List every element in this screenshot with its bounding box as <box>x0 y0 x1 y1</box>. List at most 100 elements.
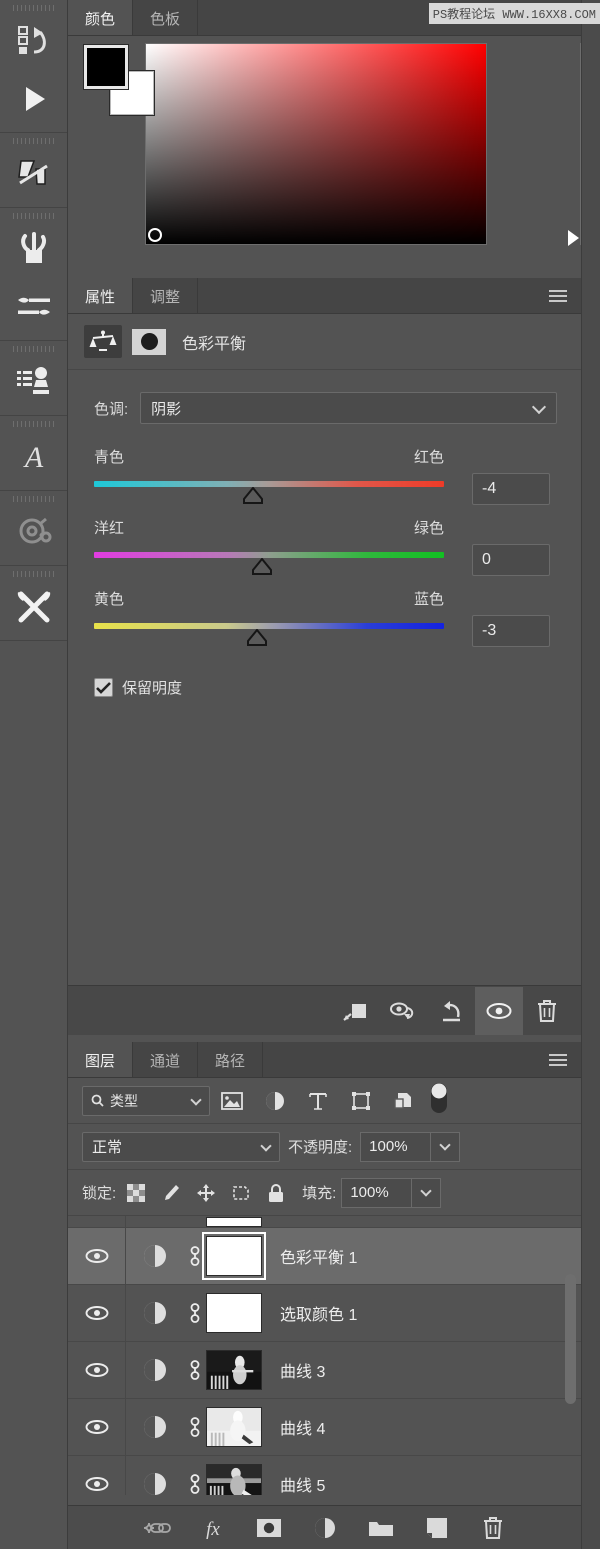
rail-grip[interactable] <box>0 341 67 353</box>
slider-cyan-red-value[interactable]: -4 <box>472 473 550 505</box>
new-adjustment-layer-button[interactable] <box>310 1513 340 1543</box>
delete-layer-button[interactable] <box>478 1513 508 1543</box>
character-icon[interactable]: A <box>0 428 67 486</box>
table-row[interactable]: 选取颜色 1 <box>68 1285 581 1342</box>
filter-shape-layers-icon[interactable] <box>339 1086 382 1116</box>
tab-swatches[interactable]: 色板 <box>133 0 199 36</box>
clip-to-layer-button[interactable] <box>331 987 379 1035</box>
layer-mask-thumbnail-cell[interactable] <box>206 1407 268 1447</box>
layer-mask-thumbnail[interactable] <box>206 1464 262 1495</box>
filter-type-layers-icon[interactable] <box>296 1086 339 1116</box>
rail-grip[interactable] <box>0 208 67 220</box>
fill-value[interactable]: 100% <box>341 1177 412 1208</box>
layer-mask-thumbnail-cell[interactable] <box>206 1293 268 1333</box>
new-layer-button[interactable] <box>422 1513 452 1543</box>
tone-select[interactable]: 阴影 <box>140 392 557 424</box>
rail-grip[interactable] <box>0 416 67 428</box>
layer-comps-icon[interactable] <box>0 145 67 203</box>
reset-adjustment-button[interactable] <box>427 987 475 1035</box>
slider-yellow-blue-track-wrap[interactable] <box>94 615 444 646</box>
layer-list-scrollbar[interactable] <box>565 1274 576 1404</box>
lock-artboard-icon[interactable] <box>226 1179 256 1207</box>
layer-name[interactable]: 色彩平衡 1 <box>268 1244 357 1268</box>
opacity-value[interactable]: 100% <box>360 1131 431 1162</box>
rail-grip[interactable] <box>0 0 67 12</box>
rail-grip[interactable] <box>0 133 67 145</box>
layer-name[interactable]: 曲线 5 <box>268 1472 325 1495</box>
history-panel-icon[interactable] <box>0 12 67 70</box>
layer-visibility-toggle[interactable] <box>68 1216 126 1227</box>
clone-source-icon[interactable] <box>0 353 67 411</box>
actions-play-icon[interactable] <box>0 70 67 128</box>
slider-cyan-red-track[interactable] <box>94 481 444 487</box>
table-row[interactable]: 曲线 5 <box>68 1456 581 1495</box>
slider-yellow-blue-track[interactable] <box>94 623 444 629</box>
lock-image-icon[interactable] <box>156 1179 186 1207</box>
paths-3d-icon[interactable] <box>0 503 67 561</box>
link-layers-button[interactable] <box>142 1513 172 1543</box>
layer-row-partial[interactable] <box>68 1216 581 1228</box>
lock-all-icon[interactable] <box>261 1179 291 1207</box>
layer-filter-kind-select[interactable]: 类型 <box>82 1085 210 1116</box>
table-row[interactable]: 曲线 4 <box>68 1399 581 1456</box>
layer-mask-thumbnail[interactable] <box>206 1407 262 1447</box>
add-layer-mask-button[interactable] <box>254 1513 284 1543</box>
layer-name[interactable]: 选取颜色 1 <box>268 1301 357 1325</box>
preserve-luminosity-row[interactable]: 保留明度 <box>94 677 557 698</box>
layer-mask-thumbnail-cell[interactable] <box>206 1464 268 1495</box>
layer-name[interactable]: 曲线 3 <box>268 1358 325 1382</box>
layer-mask-link-icon[interactable] <box>184 1415 206 1439</box>
blend-mode-select[interactable]: 正常 <box>82 1131 280 1162</box>
layer-list[interactable]: 色彩平衡 1 选取颜色 1 曲线 3 曲线 4 曲线 5 <box>68 1216 581 1495</box>
layer-filter-toggle[interactable] <box>429 1081 449 1120</box>
layer-mask-link-icon[interactable] <box>184 1301 206 1325</box>
table-row[interactable]: 色彩平衡 1 <box>68 1228 581 1285</box>
tab-paths[interactable]: 路径 <box>198 1042 264 1078</box>
layer-mask-link-icon[interactable] <box>184 1472 206 1495</box>
filter-smart-objects-icon[interactable] <box>382 1086 425 1116</box>
layer-mask-thumbnail[interactable] <box>206 1350 262 1390</box>
layer-visibility-toggle[interactable] <box>68 1228 126 1284</box>
slider-magenta-green-value[interactable]: 0 <box>472 544 550 576</box>
layer-effects-button[interactable]: fx <box>198 1513 228 1543</box>
layer-mask-thumbnail[interactable] <box>206 1293 262 1333</box>
preserve-luminosity-checkbox[interactable] <box>94 678 113 697</box>
slider-magenta-green-track-wrap[interactable] <box>94 544 444 575</box>
rail-grip[interactable] <box>0 491 67 503</box>
layers-panel-menu-icon[interactable] <box>549 1054 567 1066</box>
tab-channels[interactable]: 通道 <box>133 1042 199 1078</box>
opacity-dropdown-button[interactable] <box>430 1131 461 1162</box>
layer-mask-thumbnail-cell[interactable] <box>206 1350 268 1390</box>
layer-name[interactable]: 曲线 4 <box>268 1415 325 1439</box>
tab-adjustments[interactable]: 调整 <box>133 278 199 314</box>
lock-transparency-icon[interactable] <box>121 1179 151 1207</box>
layer-visibility-toggle[interactable] <box>68 1285 126 1341</box>
filter-adjustment-layers-icon[interactable] <box>253 1086 296 1116</box>
tab-color[interactable]: 颜色 <box>68 0 134 36</box>
layer-mask-thumbnail-cell[interactable] <box>202 1232 268 1280</box>
new-group-button[interactable] <box>366 1513 396 1543</box>
slider-cyan-red-track-wrap[interactable] <box>94 473 444 504</box>
filter-pixel-layers-icon[interactable] <box>210 1086 253 1116</box>
layer-visibility-toggle[interactable] <box>68 1399 126 1455</box>
layer-visibility-toggle[interactable] <box>68 1456 126 1495</box>
tab-properties[interactable]: 属性 <box>68 278 134 314</box>
layer-mask-link-icon[interactable] <box>184 1244 206 1268</box>
layer-mask-link-icon[interactable] <box>184 1358 206 1382</box>
properties-panel-menu-icon[interactable] <box>549 290 567 302</box>
table-row[interactable]: 曲线 3 <box>68 1342 581 1399</box>
slider-yellow-blue-value[interactable]: -3 <box>472 615 550 647</box>
layer-thumbnail-cell[interactable] <box>206 1216 268 1227</box>
layer-mask-thumbnail[interactable] <box>132 328 166 355</box>
foreground-color-swatch[interactable] <box>83 44 129 90</box>
view-previous-state-button[interactable] <box>379 987 427 1035</box>
brush-settings-icon[interactable] <box>0 278 67 336</box>
rail-grip[interactable] <box>0 566 67 578</box>
color-picker-field[interactable] <box>145 43 487 245</box>
lock-position-icon[interactable] <box>191 1179 221 1207</box>
toggle-layer-visibility-button[interactable] <box>475 986 523 1035</box>
layer-visibility-toggle[interactable] <box>68 1342 126 1398</box>
tool-presets-icon[interactable] <box>0 578 67 636</box>
layer-mask-thumbnail[interactable] <box>202 1232 266 1280</box>
brushes-icon[interactable] <box>0 220 67 278</box>
